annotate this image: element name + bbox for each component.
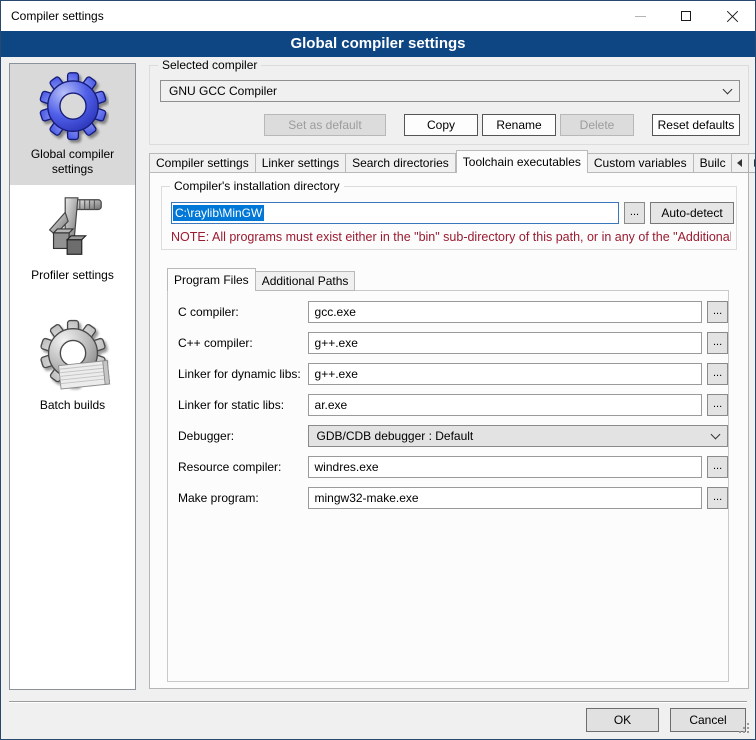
- resize-grip[interactable]: [739, 723, 751, 735]
- tab-search-directories[interactable]: Search directories: [346, 153, 456, 173]
- installation-note: NOTE: All programs must exist either in …: [171, 230, 731, 244]
- cpp-compiler-input[interactable]: g++.exe: [308, 332, 703, 354]
- installation-directory-row: C:\raylib\MinGW ... Auto-detect: [171, 202, 734, 224]
- sidebar-item-label: Batch builds: [40, 398, 105, 413]
- delete-button[interactable]: Delete: [560, 114, 634, 136]
- resource-compiler-label: Resource compiler:: [178, 460, 308, 474]
- c-compiler-value: gcc.exe: [315, 305, 356, 319]
- resource-compiler-browse-button[interactable]: ...: [707, 456, 728, 478]
- blue-gear-icon: [37, 68, 109, 146]
- titlebar: Compiler settings: [1, 1, 755, 31]
- debugger-label: Debugger:: [178, 429, 308, 443]
- subtab-program-files[interactable]: Program Files: [167, 268, 256, 291]
- make-program-row: Make program: mingw32-make.exe ...: [168, 487, 728, 509]
- minimize-icon: [635, 16, 646, 17]
- linker-static-input[interactable]: ar.exe: [308, 394, 703, 416]
- copy-button[interactable]: Copy: [404, 114, 478, 136]
- linker-dynamic-value: g++.exe: [315, 367, 358, 381]
- toolchain-executables-panel: Compiler's installation directory C:\ray…: [149, 172, 749, 689]
- window-title: Compiler settings: [1, 9, 104, 23]
- linker-dynamic-row: Linker for dynamic libs: g++.exe ...: [168, 363, 728, 385]
- program-subtabs: Program Files Additional Paths: [167, 268, 355, 291]
- settings-category-list: Global compiler settings: [9, 63, 136, 690]
- selected-compiler-group: Selected compiler GNU GCC Compiler Set a…: [149, 65, 749, 145]
- compiler-select[interactable]: GNU GCC Compiler: [160, 80, 740, 102]
- ok-button[interactable]: OK: [586, 708, 659, 732]
- cpp-compiler-browse-button[interactable]: ...: [707, 332, 728, 354]
- make-program-browse-button[interactable]: ...: [707, 487, 728, 509]
- tab-compiler-settings[interactable]: Compiler settings: [149, 153, 256, 173]
- minimize-button[interactable]: [617, 1, 663, 31]
- debugger-row: Debugger: GDB/CDB debugger : Default: [168, 425, 728, 447]
- caliper-icon: [36, 191, 110, 265]
- cpp-compiler-label: C++ compiler:: [178, 336, 308, 350]
- maximize-button[interactable]: [663, 1, 709, 31]
- linker-static-value: ar.exe: [315, 398, 348, 412]
- installation-directory-group-label: Compiler's installation directory: [170, 179, 344, 193]
- batch-builds-icon: [35, 315, 111, 393]
- arrow-left-icon: [737, 159, 742, 167]
- sidebar-item-batch-builds[interactable]: Batch builds: [10, 303, 135, 425]
- debugger-select[interactable]: GDB/CDB debugger : Default: [308, 425, 728, 447]
- browse-directory-button[interactable]: ...: [624, 202, 645, 224]
- tab-scroll-right-button[interactable]: [749, 153, 756, 173]
- linker-dynamic-input[interactable]: g++.exe: [308, 363, 703, 385]
- sidebar-item-label: Profiler settings: [31, 268, 114, 283]
- program-files-panel: C compiler: gcc.exe ... C++ compiler: g+…: [167, 290, 729, 682]
- selected-compiler-group-label: Selected compiler: [158, 58, 261, 72]
- c-compiler-input[interactable]: gcc.exe: [308, 301, 703, 323]
- make-program-input[interactable]: mingw32-make.exe: [308, 487, 703, 509]
- linker-dynamic-browse-button[interactable]: ...: [707, 363, 728, 385]
- installation-directory-group: Compiler's installation directory C:\ray…: [161, 186, 737, 250]
- tab-linker-settings[interactable]: Linker settings: [256, 153, 346, 173]
- cancel-button[interactable]: Cancel: [670, 708, 746, 732]
- auto-detect-button[interactable]: Auto-detect: [650, 202, 734, 224]
- page-title: Global compiler settings: [1, 31, 755, 57]
- tab-scroll-left-button[interactable]: [732, 153, 749, 173]
- footer-divider: [9, 701, 747, 703]
- chevron-down-icon: [723, 84, 733, 94]
- installation-directory-value: C:\raylib\MinGW: [173, 205, 264, 221]
- reset-defaults-button[interactable]: Reset defaults: [652, 114, 740, 136]
- cpp-compiler-value: g++.exe: [315, 336, 358, 350]
- cpp-compiler-row: C++ compiler: g++.exe ...: [168, 332, 728, 354]
- c-compiler-label: C compiler:: [178, 305, 308, 319]
- compiler-actions: Set as default Copy Rename Delete Reset …: [264, 114, 740, 136]
- linker-static-row: Linker for static libs: ar.exe ...: [168, 394, 728, 416]
- rename-button[interactable]: Rename: [482, 114, 556, 136]
- subtab-additional-paths[interactable]: Additional Paths: [256, 271, 356, 291]
- tab-build-options[interactable]: Builc: [694, 153, 732, 173]
- resource-compiler-row: Resource compiler: windres.exe ...: [168, 456, 728, 478]
- debugger-value: GDB/CDB debugger : Default: [317, 429, 474, 443]
- compiler-settings-dialog: Compiler settings Global compiler settin…: [0, 0, 756, 740]
- close-button[interactable]: [709, 1, 755, 31]
- close-icon: [726, 10, 739, 23]
- tab-custom-variables[interactable]: Custom variables: [588, 153, 694, 173]
- make-program-value: mingw32-make.exe: [315, 491, 419, 505]
- maximize-icon: [681, 11, 691, 21]
- resource-compiler-input[interactable]: windres.exe: [308, 456, 703, 478]
- sidebar-item-global-compiler-settings[interactable]: Global compiler settings: [10, 64, 135, 185]
- sidebar-item-label: Global compiler settings: [10, 147, 135, 177]
- chevron-down-icon: [711, 429, 721, 439]
- linker-static-label: Linker for static libs:: [178, 398, 308, 412]
- make-program-label: Make program:: [178, 491, 308, 505]
- tab-toolchain-executables[interactable]: Toolchain executables: [456, 150, 588, 173]
- sidebar-item-profiler-settings[interactable]: Profiler settings: [10, 185, 135, 303]
- compiler-select-value: GNU GCC Compiler: [169, 84, 277, 98]
- installation-directory-input[interactable]: C:\raylib\MinGW: [171, 202, 619, 224]
- settings-tabs: Compiler settings Linker settings Search…: [149, 150, 756, 173]
- linker-static-browse-button[interactable]: ...: [707, 394, 728, 416]
- c-compiler-row: C compiler: gcc.exe ...: [168, 301, 728, 323]
- resource-compiler-value: windres.exe: [315, 460, 379, 474]
- set-as-default-button[interactable]: Set as default: [264, 114, 386, 136]
- c-compiler-browse-button[interactable]: ...: [707, 301, 728, 323]
- linker-dynamic-label: Linker for dynamic libs:: [178, 367, 308, 381]
- caption-buttons: [617, 1, 755, 31]
